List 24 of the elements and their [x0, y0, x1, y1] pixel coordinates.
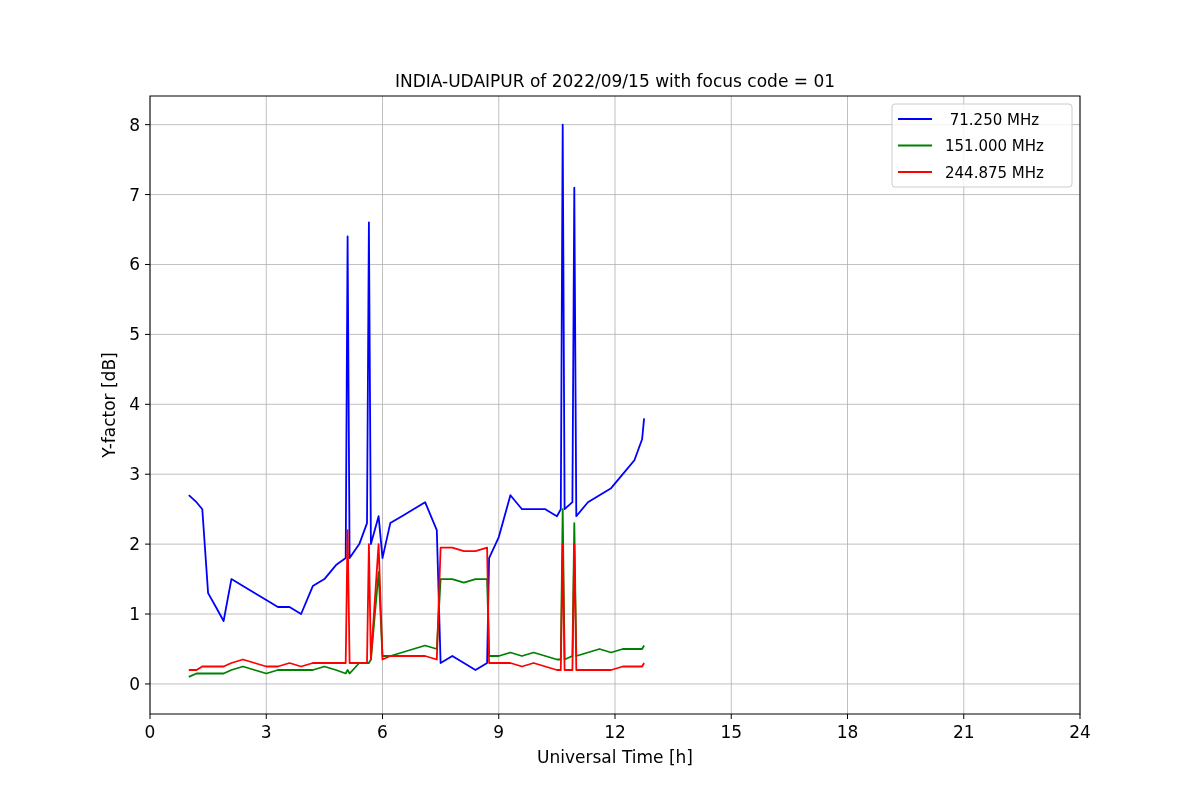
- y-tick-label: 7: [129, 184, 140, 205]
- x-tick-label: 21: [952, 722, 975, 742]
- y-axis-label: Y-factor [dB]: [99, 352, 119, 458]
- x-tick-label: 9: [493, 722, 505, 742]
- legend-label: 244.875 MHz: [945, 163, 1044, 182]
- y-tick-label: 8: [129, 114, 140, 135]
- legend-label: 151.000 MHz: [945, 137, 1044, 155]
- y-tick-label: 3: [129, 464, 140, 485]
- x-tick-label: 3: [260, 722, 272, 742]
- legend-label: 71.250 MHz: [949, 110, 1040, 129]
- x-tick-label: 18: [836, 722, 859, 742]
- y-tick-label: 1: [129, 604, 140, 625]
- y-tick-label: 0: [129, 673, 140, 694]
- x-tick-label: 15: [720, 722, 743, 742]
- x-tick-label: 12: [604, 722, 626, 742]
- y-tick-label: 4: [129, 394, 140, 415]
- x-axis-label: Universal Time [h]: [537, 747, 693, 767]
- chart-title: INDIA-UDAIPUR of 2022/09/15 with focus code = 01: [394, 71, 836, 91]
- y-tick-label: 5: [129, 324, 140, 345]
- x-tick-label: 0: [144, 722, 156, 742]
- y-tick-label: 6: [129, 254, 140, 275]
- x-tick-label: 24: [1069, 722, 1091, 742]
- x-tick-label: 6: [377, 722, 388, 742]
- y-tick-label: 2: [129, 534, 140, 555]
